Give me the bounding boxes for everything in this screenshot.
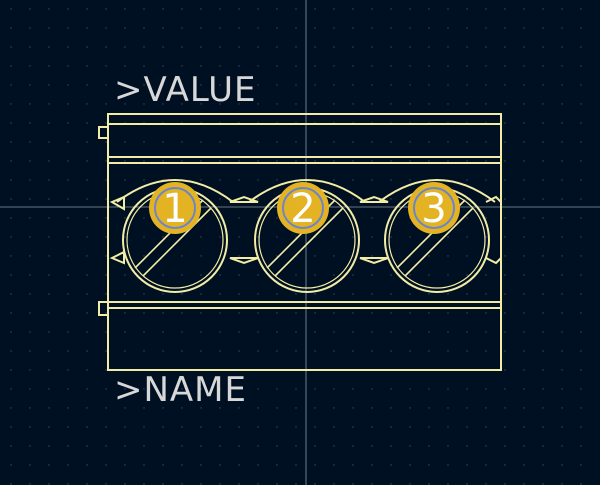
- value-field[interactable]: >VALUE: [114, 70, 256, 110]
- pad-1[interactable]: 1: [149, 182, 201, 234]
- pads[interactable]: 1 2 3: [149, 182, 460, 234]
- grid-dots: [10, 8, 582, 485]
- footprint-view[interactable]: 1 2 3 >VALUE >NAME: [0, 0, 600, 485]
- name-field[interactable]: >NAME: [114, 370, 247, 410]
- pcb-footprint-editor-canvas[interactable]: 1 2 3 >VALUE >NAME: [0, 0, 600, 485]
- cursor-crosshair: [0, 0, 600, 485]
- pad-number-label: 3: [421, 186, 446, 232]
- silkscreen-body: [98, 113, 502, 371]
- latch-tab-top: [98, 126, 108, 139]
- pad-3[interactable]: 3: [408, 182, 460, 234]
- pad-number-label: 2: [290, 186, 315, 232]
- pad-2[interactable]: 2: [277, 182, 329, 234]
- pad-number-label: 1: [162, 186, 187, 232]
- body-outline: [107, 113, 502, 371]
